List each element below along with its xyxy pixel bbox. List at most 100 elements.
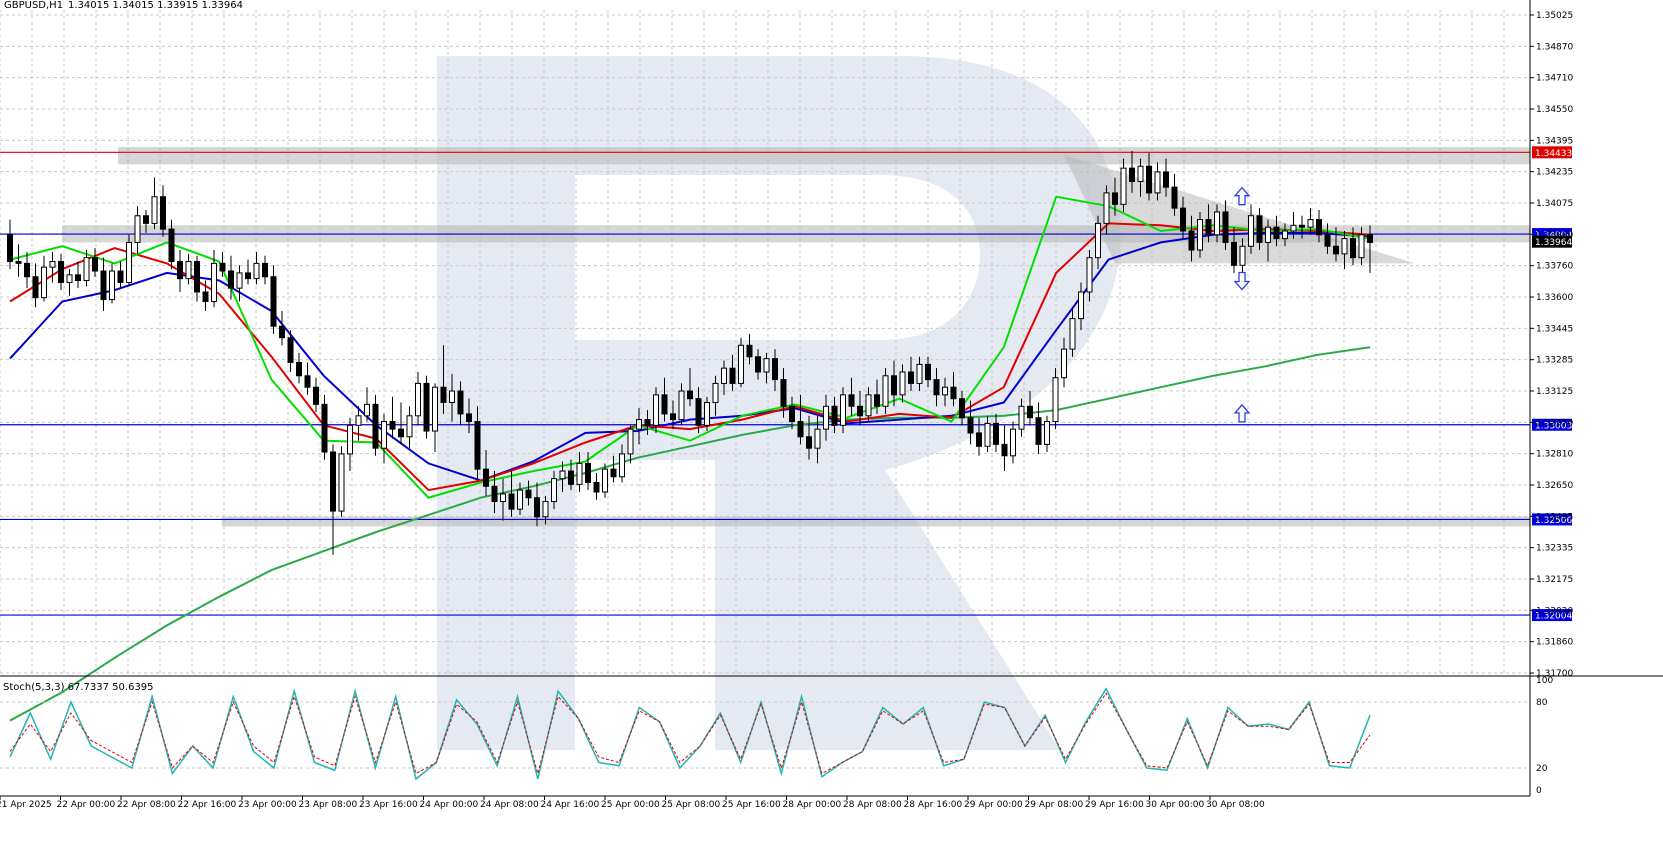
candle <box>559 470 566 480</box>
candle <box>49 260 56 268</box>
candle <box>270 276 277 327</box>
candle <box>7 234 13 262</box>
candle <box>780 379 787 407</box>
candle <box>908 371 914 384</box>
candle <box>1290 224 1297 232</box>
candle <box>882 375 889 407</box>
candle <box>831 405 838 426</box>
candle <box>661 394 668 415</box>
candle <box>848 394 855 407</box>
candle <box>857 405 863 417</box>
price-tick-label: 1.33760 <box>1536 262 1573 272</box>
time-tick-label: 22 Apr 00:00 <box>57 800 116 810</box>
time-tick-label: 30 Apr 00:00 <box>1146 800 1205 810</box>
candle <box>449 390 455 403</box>
candle <box>24 262 30 278</box>
candle <box>1137 165 1144 182</box>
time-tick-label: 28 Apr 16:00 <box>904 800 963 810</box>
candle <box>806 436 812 449</box>
candle <box>1035 417 1042 445</box>
candle <box>330 451 336 512</box>
candle <box>1027 405 1033 419</box>
candle <box>933 379 940 396</box>
candle <box>738 344 744 384</box>
arrow-up-icon <box>1233 186 1251 206</box>
candle <box>517 489 523 510</box>
candle <box>1180 207 1186 232</box>
candle <box>687 390 693 400</box>
candle <box>355 415 362 426</box>
price-tick-label: 1.35025 <box>1536 11 1573 21</box>
stoch-tick-label: 20 <box>1536 764 1548 774</box>
zone <box>118 147 1530 165</box>
candle <box>143 215 149 224</box>
level-label: 1.34433 <box>1535 149 1572 159</box>
candle <box>1154 171 1161 194</box>
candle <box>228 270 234 289</box>
price-tick-label: 1.34395 <box>1536 136 1573 146</box>
arrow-up-icon <box>1233 403 1251 423</box>
candle <box>704 401 710 426</box>
stoch-label: Stoch(5,3,3) 67.7337 50.6395 <box>3 682 154 693</box>
candle <box>245 272 251 280</box>
candle <box>1129 167 1135 182</box>
candle <box>338 453 345 512</box>
time-tick-label: 29 Apr 00:00 <box>964 800 1023 810</box>
candle <box>406 415 413 438</box>
time-tick-label: 28 Apr 00:00 <box>783 800 842 810</box>
candle <box>474 421 481 470</box>
candle <box>126 241 132 283</box>
candle <box>440 386 447 403</box>
candle <box>253 262 260 280</box>
candle <box>576 462 583 485</box>
candle <box>347 424 353 455</box>
candle <box>134 215 141 243</box>
time-tick-label: 24 Apr 16:00 <box>541 800 600 810</box>
price-tick-label: 1.34870 <box>1536 42 1573 52</box>
candle <box>891 375 897 396</box>
time-tick-label: 29 Apr 08:00 <box>1025 800 1084 810</box>
candle <box>381 421 387 449</box>
price-tick-label: 1.33285 <box>1536 356 1573 366</box>
candle <box>1095 222 1101 259</box>
candle <box>279 325 285 339</box>
candle <box>389 421 396 430</box>
chart: 1.344331.340041.330031.325061.320041.339… <box>0 0 1663 810</box>
candle <box>313 386 319 405</box>
candle <box>66 274 73 283</box>
time-tick-label: 25 Apr 00:00 <box>601 800 660 810</box>
stoch-signal-line <box>9 692 1371 776</box>
candle <box>789 405 795 423</box>
candle <box>568 470 574 485</box>
candle <box>695 398 702 426</box>
arrow-down-icon <box>1233 271 1251 291</box>
time-tick-label: 21 Apr 2025 <box>0 800 52 810</box>
candle <box>58 260 64 283</box>
candle <box>75 274 81 282</box>
candle <box>15 260 22 264</box>
candle <box>593 481 600 493</box>
time-tick-label: 23 Apr 08:00 <box>299 800 358 810</box>
candle <box>151 196 158 224</box>
candle <box>729 367 736 384</box>
candle <box>763 358 770 373</box>
candle <box>415 382 421 417</box>
candle <box>619 453 625 478</box>
price-tick-label: 1.34710 <box>1536 74 1573 84</box>
candle <box>1078 291 1084 320</box>
price-tick-label: 1.32335 <box>1536 544 1573 554</box>
candle <box>797 421 804 438</box>
candle <box>627 428 634 455</box>
candle <box>534 497 540 518</box>
candle <box>219 262 226 272</box>
price-tick-label: 1.34075 <box>1536 199 1573 209</box>
candle <box>1367 234 1373 243</box>
stoch-tick-label: 0 <box>1536 786 1542 796</box>
candle <box>1256 215 1263 243</box>
price-tick-label: 1.32495 <box>1536 512 1573 522</box>
candle <box>1307 219 1314 228</box>
candle <box>636 419 642 430</box>
candle <box>466 413 472 423</box>
candle <box>304 375 311 388</box>
candle <box>712 382 719 403</box>
